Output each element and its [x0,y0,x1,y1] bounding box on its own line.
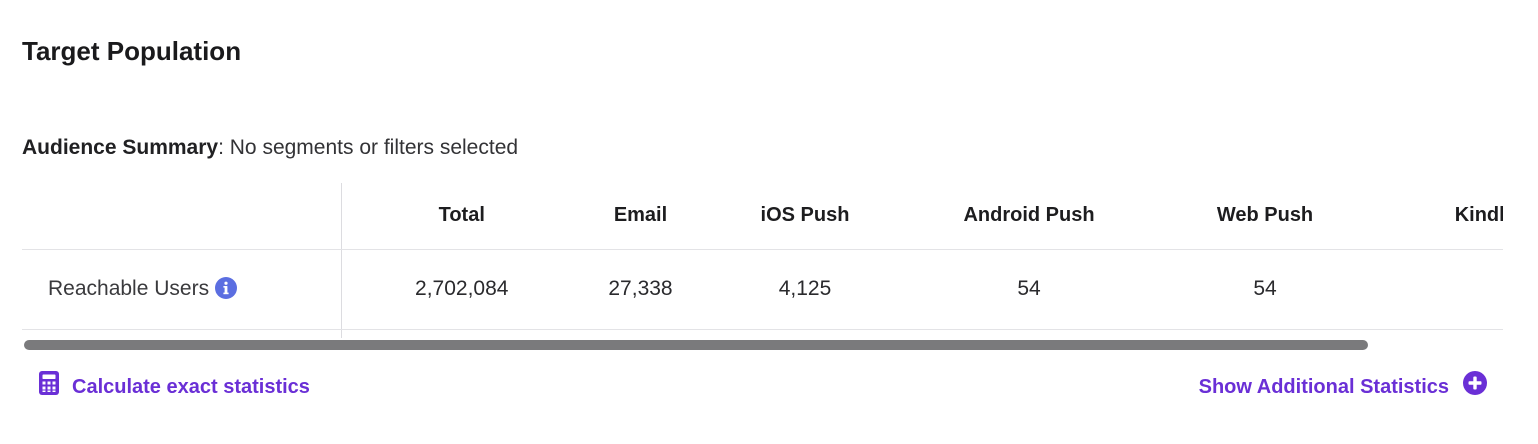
column-header-web-push: Web Push [1147,183,1383,250]
cell-email: 27,338 [582,249,699,330]
column-header-total: Total [341,183,582,250]
column-header-ios-push: iOS Push [699,183,911,250]
filler-cell [699,329,911,338]
audience-summary-label: Audience Summary [22,136,219,159]
plus-circle-icon [1449,370,1488,404]
calculate-exact-statistics-button[interactable]: Calculate exact statistics [36,370,310,404]
calculator-icon [36,370,72,404]
filler-cell [911,329,1147,338]
filler-cell [341,329,582,338]
filler-cell [582,329,699,338]
table-header-row: Total Email iOS Push Android Push Web Pu… [22,183,1503,250]
horizontal-scrollbar[interactable] [22,339,1503,351]
page-title: Target Population [22,36,242,66]
cell-kindle-push [1383,249,1503,330]
cell-ios-push: 4,125 [699,249,911,330]
scrollbar-thumb[interactable] [24,340,1368,350]
cell-total: 2,702,084 [341,249,582,330]
show-additional-statistics-button[interactable]: Show Additional Statistics [1199,370,1488,404]
column-header-kindle-push: Kindle Push [1383,183,1503,250]
row-label-cell: Reachable Users [22,249,342,330]
filler-cell [1147,329,1383,338]
column-header-email: Email [582,183,699,250]
filler-cell [1383,329,1503,338]
show-additional-statistics-label: Show Additional Statistics [1198,376,1449,398]
audience-summary-separator: : [218,136,224,159]
audience-summary-text: No segments or filters selected [229,136,519,159]
column-header-android-push: Android Push [911,183,1147,250]
cell-android-push: 54 [911,249,1147,330]
audience-summary: Audience Summary: No segments or filters… [22,134,518,162]
info-icon[interactable] [215,276,238,299]
table-header-blank [22,183,342,250]
row-label-cell-next [22,329,342,338]
table-row: Reachable Users 2,702,084 27,338 4,125 5… [22,249,1503,330]
row-label-reachable-users: Reachable Users [48,277,210,300]
calculate-exact-statistics-label: Calculate exact statistics [72,376,310,398]
statistics-table-container: Total Email iOS Push Android Push Web Pu… [22,183,1503,338]
table-row-next [22,329,1503,338]
statistics-table: Total Email iOS Push Android Push Web Pu… [22,183,1503,338]
cell-web-push: 54 [1147,249,1383,330]
